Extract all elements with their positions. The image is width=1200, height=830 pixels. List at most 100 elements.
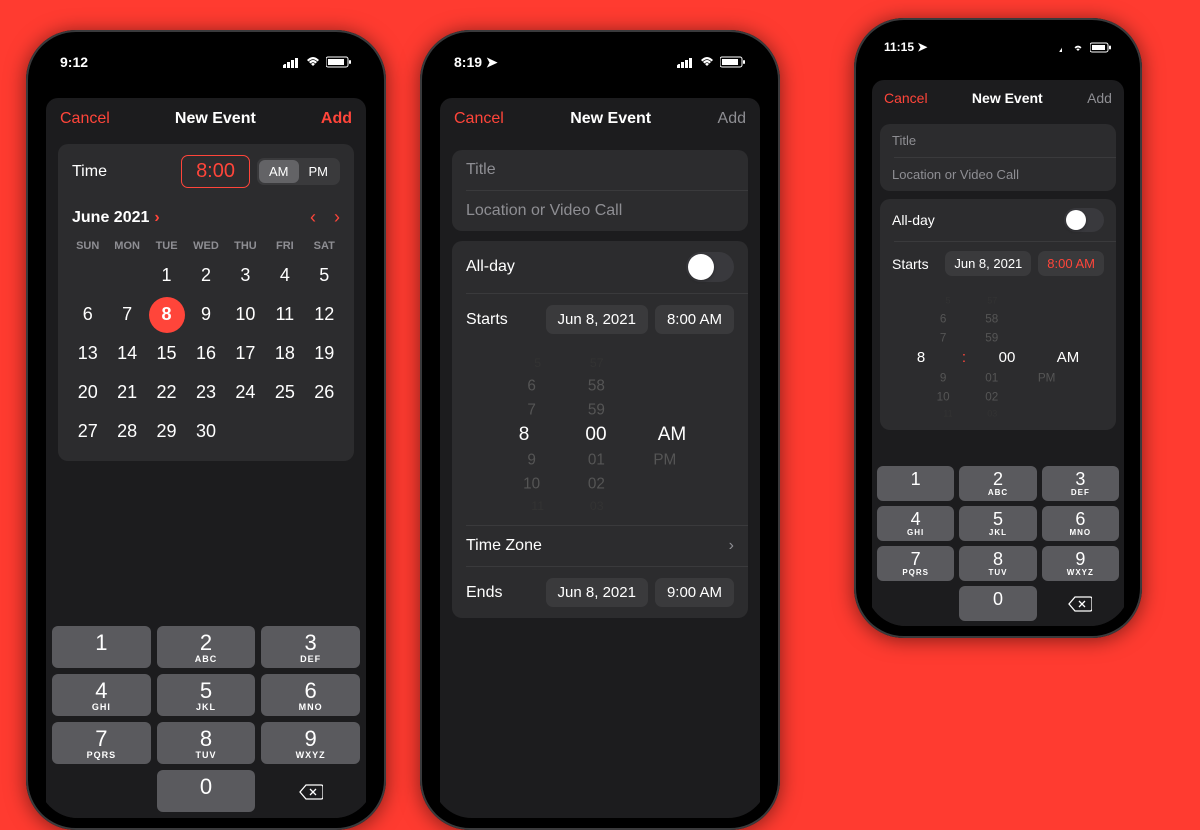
calendar-day[interactable]: 1 <box>147 256 186 295</box>
picker-row[interactable]: 901PM <box>892 369 1104 386</box>
timezone-row[interactable]: Time Zone › <box>452 526 748 566</box>
ends-date-button[interactable]: Jun 8, 2021 <box>546 578 648 607</box>
am-option[interactable]: AM <box>259 160 299 183</box>
calendar-day[interactable]: 28 <box>107 412 146 451</box>
cancel-button[interactable]: Cancel <box>60 110 110 128</box>
allday-row: All-day <box>452 241 748 293</box>
picker-row[interactable]: 901PM <box>467 449 733 471</box>
add-button[interactable]: Add <box>1087 90 1112 106</box>
calendar-day[interactable]: 2 <box>186 256 225 295</box>
add-button[interactable]: Add <box>321 110 352 128</box>
time-value-button[interactable]: 8:00 <box>181 155 250 188</box>
calendar-day[interactable]: 14 <box>107 334 146 373</box>
key-2[interactable]: 2ABC <box>959 466 1036 501</box>
calendar-day[interactable]: 12 <box>305 295 344 334</box>
calendar-day[interactable]: 18 <box>265 334 304 373</box>
key-1[interactable]: 1 <box>52 626 151 668</box>
calendar-day[interactable]: 3 <box>226 256 265 295</box>
calendar-day[interactable]: 17 <box>226 334 265 373</box>
time-row: Time 8:00 AM PM <box>58 144 354 199</box>
allday-toggle[interactable] <box>686 252 734 282</box>
starts-time-button[interactable]: 8:00 AM <box>1038 251 1104 276</box>
status-time: 9:12 <box>60 54 88 70</box>
picker-row[interactable]: 1002 <box>892 388 1104 405</box>
calendar-day[interactable]: 11 <box>265 295 304 334</box>
picker-row[interactable]: 658 <box>892 310 1104 327</box>
picker-row[interactable]: 557 <box>901 294 1095 307</box>
key-4[interactable]: 4GHI <box>52 674 151 716</box>
key-3[interactable]: 3DEF <box>261 626 360 668</box>
key-5[interactable]: 5JKL <box>959 506 1036 541</box>
screen: 11:15 ➤ Cancel New Event Add Title Locat… <box>866 30 1130 626</box>
calendar-day[interactable]: 23 <box>186 373 225 412</box>
cancel-button[interactable]: Cancel <box>884 90 928 106</box>
calendar-day[interactable]: 9 <box>186 295 225 334</box>
calendar-day[interactable]: 6 <box>68 295 107 334</box>
picker-row[interactable]: 8:00AM <box>880 347 1116 368</box>
key-8[interactable]: 8TUV <box>157 722 256 764</box>
chevron-right-icon: › <box>154 209 159 227</box>
key-1[interactable]: 1 <box>877 466 954 501</box>
key-2[interactable]: 2ABC <box>157 626 256 668</box>
prev-month-icon[interactable]: ‹ <box>310 207 316 228</box>
delete-key[interactable] <box>261 770 360 812</box>
calendar-day[interactable]: 13 <box>68 334 107 373</box>
picker-row[interactable]: 658 <box>467 375 733 397</box>
picker-row[interactable]: 1002 <box>467 473 733 495</box>
key-3[interactable]: 3DEF <box>1042 466 1119 501</box>
picker-row[interactable]: 557 <box>479 355 722 372</box>
title-field[interactable]: Title <box>452 150 748 190</box>
ends-time-button[interactable]: 9:00 AM <box>655 578 734 607</box>
calendar-day[interactable]: 8 <box>147 295 186 334</box>
calendar-day[interactable]: 25 <box>265 373 304 412</box>
location-field[interactable]: Location or Video Call <box>452 191 748 231</box>
location-field[interactable]: Location or Video Call <box>880 158 1116 191</box>
key-6[interactable]: 6MNO <box>261 674 360 716</box>
picker-row[interactable]: 1103 <box>479 498 722 515</box>
calendar-day[interactable]: 10 <box>226 295 265 334</box>
calendar-day[interactable]: 22 <box>147 373 186 412</box>
key-7[interactable]: 7PQRS <box>52 722 151 764</box>
picker-row[interactable]: 759 <box>892 329 1104 346</box>
key-9[interactable]: 9WXYZ <box>1042 546 1119 581</box>
starts-time-button[interactable]: 8:00 AM <box>655 305 734 334</box>
calendar-day[interactable]: 24 <box>226 373 265 412</box>
pm-option[interactable]: PM <box>299 160 339 183</box>
calendar-month-button[interactable]: June 2021 › <box>72 209 160 227</box>
calendar-day[interactable]: 29 <box>147 412 186 451</box>
calendar-day[interactable]: 27 <box>68 412 107 451</box>
allday-toggle[interactable] <box>1064 208 1104 232</box>
starts-date-button[interactable]: Jun 8, 2021 <box>945 251 1031 276</box>
calendar-day[interactable]: 19 <box>305 334 344 373</box>
starts-date-button[interactable]: Jun 8, 2021 <box>546 305 648 334</box>
ampm-segment[interactable]: AM PM <box>257 158 340 185</box>
add-button[interactable]: Add <box>718 110 746 128</box>
calendar-day[interactable]: 26 <box>305 373 344 412</box>
key-4[interactable]: 4GHI <box>877 506 954 541</box>
picker-row[interactable]: 759 <box>467 399 733 421</box>
calendar-day[interactable]: 4 <box>265 256 304 295</box>
key-6[interactable]: 6MNO <box>1042 506 1119 541</box>
key-0[interactable]: 0 <box>157 770 256 812</box>
picker-row[interactable]: 800AM <box>452 422 748 448</box>
key-0[interactable]: 0 <box>959 586 1036 621</box>
picker-row[interactable]: 1103 <box>901 407 1095 420</box>
calendar-day[interactable]: 20 <box>68 373 107 412</box>
calendar-day[interactable]: 30 <box>186 412 225 451</box>
title-field[interactable]: Title <box>880 124 1116 157</box>
time-picker[interactable]: 557 658759800AM901PM1002 1103 <box>452 345 748 525</box>
delete-key[interactable] <box>1042 586 1119 621</box>
time-picker[interactable]: 557 658 7598:00AM901PM 1002 1103 <box>880 285 1116 430</box>
dow-label: TUE <box>147 236 186 256</box>
key-7[interactable]: 7PQRS <box>877 546 954 581</box>
calendar-day[interactable]: 5 <box>305 256 344 295</box>
cancel-button[interactable]: Cancel <box>454 110 504 128</box>
calendar-day[interactable]: 15 <box>147 334 186 373</box>
key-8[interactable]: 8TUV <box>959 546 1036 581</box>
calendar-day[interactable]: 16 <box>186 334 225 373</box>
calendar-day[interactable]: 21 <box>107 373 146 412</box>
key-9[interactable]: 9WXYZ <box>261 722 360 764</box>
next-month-icon[interactable]: › <box>334 207 340 228</box>
calendar-day[interactable]: 7 <box>107 295 146 334</box>
key-5[interactable]: 5JKL <box>157 674 256 716</box>
